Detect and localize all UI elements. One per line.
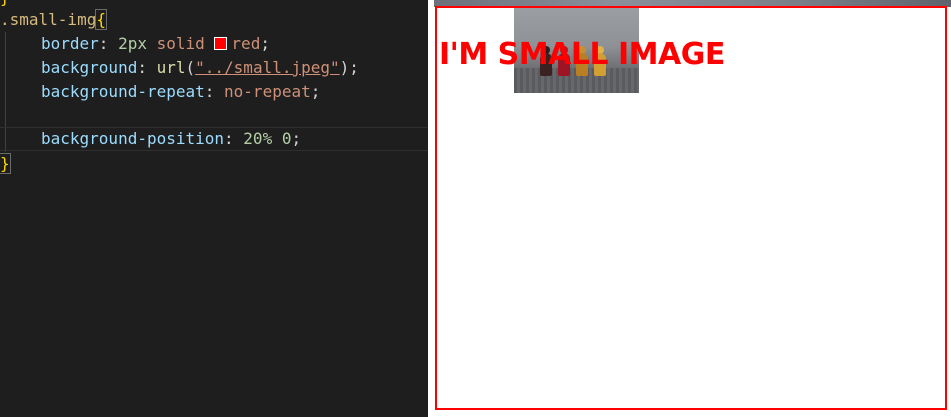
url-link[interactable]: "../small.jpeg"	[195, 58, 340, 77]
property-background-position: background-position	[41, 129, 225, 148]
value-20-percent: 20%	[243, 129, 273, 148]
semicolon: ;	[260, 34, 270, 53]
property-background-repeat: background-repeat	[41, 82, 205, 101]
value-no-repeat: no-repeat	[224, 82, 311, 101]
open-brace: {	[95, 9, 107, 30]
colon: :	[98, 34, 119, 53]
page-heading: I'M SMALL IMAGE	[439, 37, 725, 72]
value-red: red	[231, 34, 261, 53]
closing-brace: }	[0, 0, 10, 7]
code-line-background[interactable]: background: url("../small.jpeg");	[0, 56, 428, 80]
code-line-selector[interactable]: .small-img{	[0, 8, 428, 32]
close-brace: }	[0, 153, 11, 174]
url-function: url	[156, 58, 186, 77]
code-line-border[interactable]: border: 2px solid red;	[0, 32, 428, 56]
code-line-background-position[interactable]: background-position: 20% 0;	[0, 127, 428, 151]
code-editor[interactable]: } .small-img{ border: 2px solid red; bac…	[0, 0, 428, 417]
small-img-box: I'M SMALL IMAGE	[435, 6, 947, 410]
property-background: background	[41, 58, 138, 77]
color-swatch-icon[interactable]	[214, 37, 228, 50]
code-line-close[interactable]: }	[0, 152, 428, 176]
css-selector: .small-img	[0, 10, 97, 29]
code-line-background-repeat[interactable]: background-repeat: no-repeat;	[0, 80, 428, 104]
screen: } .small-img{ border: 2px solid red; bac…	[0, 0, 951, 417]
semicolon: ;	[349, 58, 359, 77]
value-solid: solid	[156, 34, 205, 53]
colon: :	[204, 82, 225, 101]
property-border: border	[41, 34, 99, 53]
semicolon: ;	[291, 129, 302, 148]
browser-preview: I'M SMALL IMAGE	[434, 0, 951, 417]
colon: :	[137, 58, 157, 77]
colon: :	[224, 129, 244, 148]
semicolon: ;	[310, 82, 321, 101]
value-2px: 2px	[118, 34, 147, 53]
